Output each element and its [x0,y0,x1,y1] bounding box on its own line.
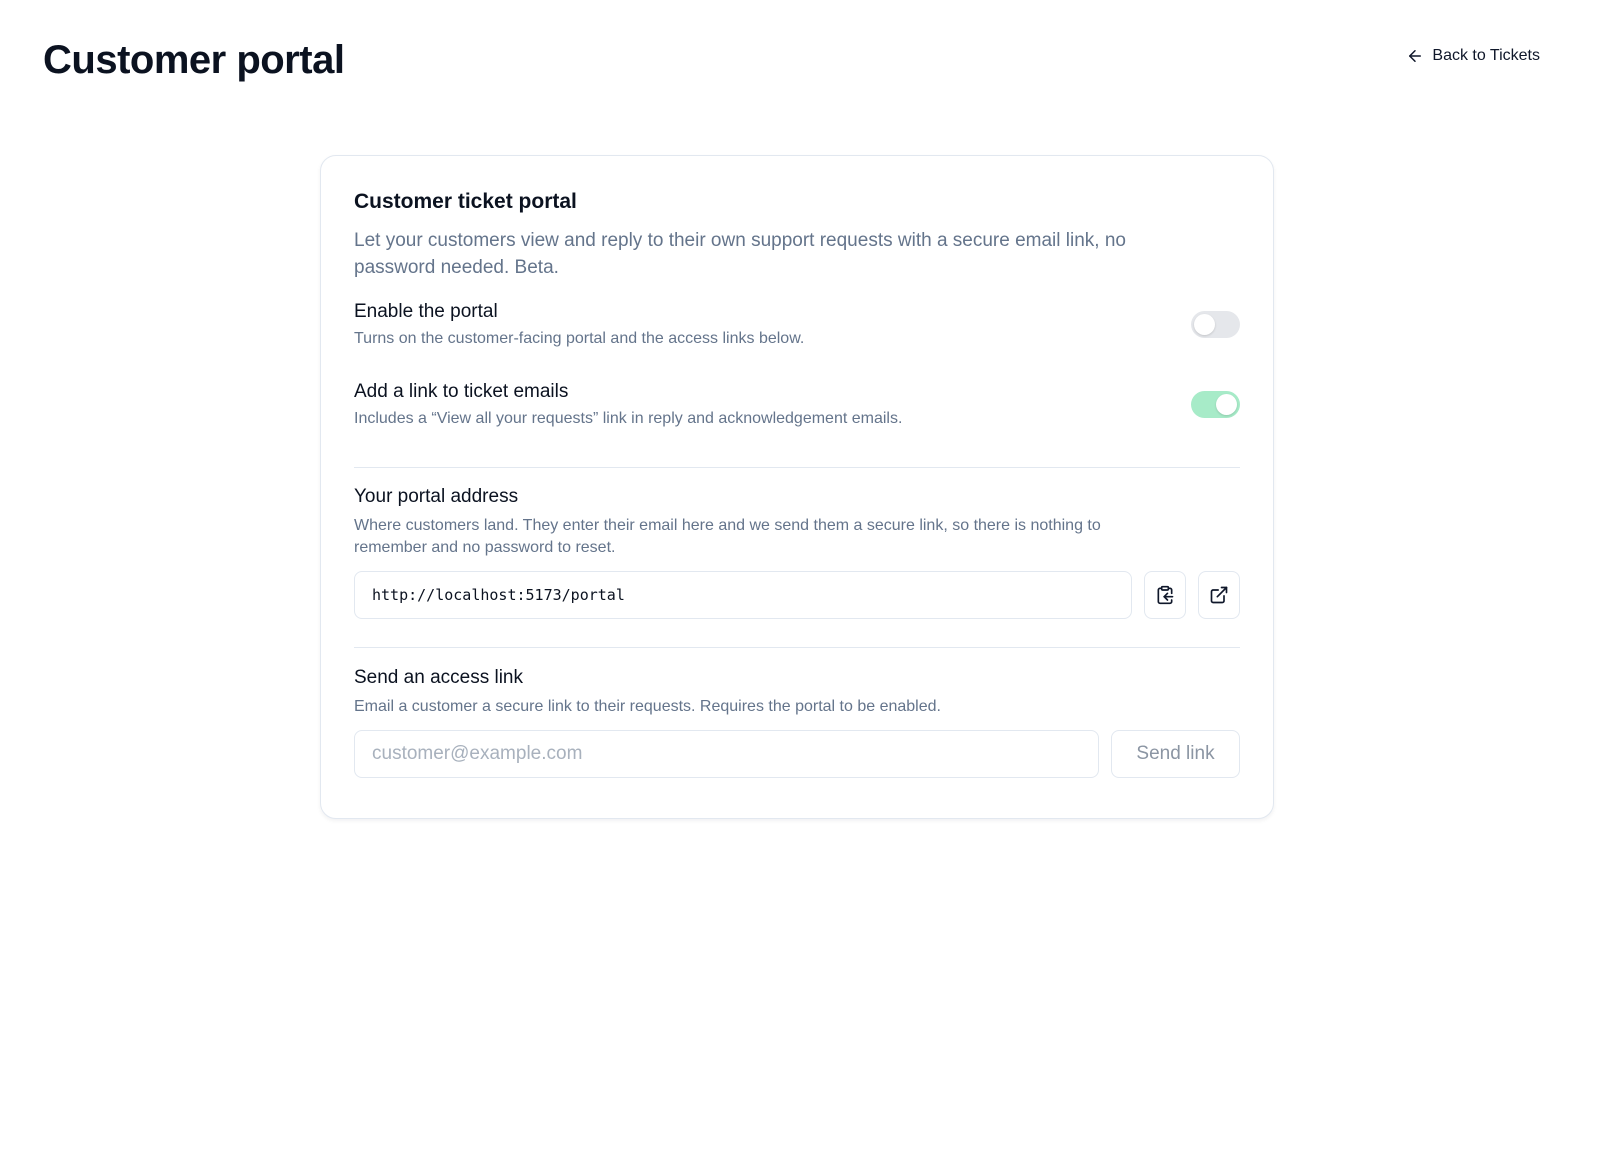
arrow-left-icon [1409,50,1422,62]
portal-url-row: http://localhost:5173/portal [354,571,1240,619]
customer-email-input[interactable] [354,730,1099,778]
send-link-row: Send link [354,730,1240,778]
open-url-button[interactable] [1198,571,1240,619]
divider [354,647,1240,648]
access-link-section: Send an access link Email a customer a s… [354,667,1240,778]
setting-title: Add a link to ticket emails [354,381,569,402]
card-title: Customer ticket portal [354,190,577,213]
setting-enable-portal: Enable the portal Turns on the customer-… [354,301,1240,348]
section-subtitle: Email a customer a secure link to their … [354,698,941,715]
section-title: Your portal address [354,486,519,507]
portal-url-field[interactable]: http://localhost:5173/portal [354,571,1132,619]
clipboard-copy-icon [1157,585,1174,605]
enable-portal-toggle[interactable] [1191,311,1240,338]
customer-portal-page: Customer portal Back to Tickets Customer… [0,0,1600,1151]
back-to-tickets-link[interactable]: Back to Tickets [1406,47,1540,65]
copy-url-button[interactable] [1144,571,1186,619]
setting-text: Enable the portal Turns on the customer-… [354,301,804,348]
toggle-knob [1194,314,1215,335]
portal-settings-card: Customer ticket portal Let your customer… [320,155,1274,819]
setting-subtitle: Includes a “View all your requests” link… [354,410,903,427]
divider [354,467,1240,468]
send-link-button[interactable]: Send link [1111,730,1240,778]
page-title: Customer portal [43,37,345,82]
section-subtitle: Where customers land. They enter their e… [354,517,1101,556]
setting-ticket-email-link: Add a link to ticket emails Includes a “… [354,381,1240,428]
card-description: Let your customers view and reply to the… [354,230,1126,278]
setting-subtitle: Turns on the customer-facing portal and … [354,330,805,347]
setting-text: Add a link to ticket emails Includes a “… [354,381,902,428]
external-link-icon [1210,586,1228,604]
setting-title: Enable the portal [354,301,498,322]
toggle-knob [1216,394,1237,415]
portal-address-section: Your portal address Where customers land… [354,486,1240,619]
ticket-email-link-toggle[interactable] [1191,391,1240,418]
section-title: Send an access link [354,667,523,688]
page-header: Customer portal Back to Tickets [43,30,1540,90]
back-link-label: Back to Tickets [1432,47,1540,64]
